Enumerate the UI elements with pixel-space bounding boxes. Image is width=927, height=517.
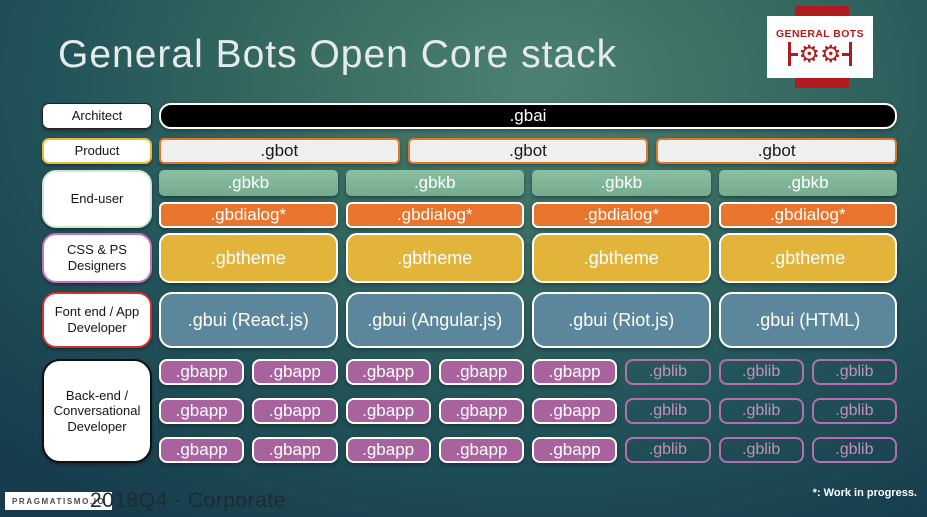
gbtheme-box: .gbtheme: [159, 233, 338, 283]
gbapp-box: .gbapp: [159, 359, 245, 385]
gblib-box: .gblib: [811, 359, 897, 385]
label-frontend-app-developer: Font end / App Developer: [42, 292, 152, 348]
row-gbai: .gbai: [159, 103, 897, 129]
gbapp-box: .gbapp: [252, 398, 338, 424]
gbtheme-box: .gbtheme: [345, 233, 524, 283]
gbapp-box: .gbapp: [532, 359, 618, 385]
gbtheme-box: .gbtheme: [718, 233, 897, 283]
gblib-box: .gblib: [718, 437, 804, 463]
label-architect-text: Architect: [71, 108, 123, 124]
gbkb-box: .gbkb: [159, 170, 338, 196]
gbkb-box: .gbkb: [718, 170, 897, 196]
gbtheme-box: .gbtheme: [532, 233, 711, 283]
gbapp-box: .gbapp: [159, 398, 245, 424]
row-gbdialog: .gbdialog* .gbdialog* .gbdialog* .gbdial…: [159, 202, 897, 228]
gbapp-box: .gbapp: [532, 437, 618, 463]
row-gbot: .gbot .gbot .gbot: [159, 138, 898, 164]
gblib-box: .gblib: [625, 359, 711, 385]
gblib-box: .gblib: [718, 359, 804, 385]
row-gbtheme: .gbtheme .gbtheme .gbtheme .gbtheme: [159, 233, 897, 283]
label-architect: Architect: [42, 103, 152, 129]
gbui-react-box: .gbui (React.js): [159, 292, 338, 348]
gblib-box: .gblib: [625, 398, 711, 424]
label-end-user-text: End-user: [70, 191, 124, 207]
gbdialog-box: .gbdialog*: [159, 202, 338, 228]
label-backend-conversational-developer: Back-end / Conversational Developer: [42, 359, 152, 463]
slide: General Bots Open Core stack GENERAL BOT…: [0, 0, 927, 517]
label-css-ps-designers-text: CSS & PS Designers: [67, 242, 127, 273]
gbapp-box: .gbapp: [532, 398, 618, 424]
row-gbkb: .gbkb .gbkb .gbkb .gbkb: [159, 170, 897, 196]
gbot-box: .gbot: [407, 138, 649, 164]
gblib-box: .gblib: [625, 437, 711, 463]
gears-icon: ⚙ ⚙: [788, 42, 852, 66]
gbui-html-box: .gbui (HTML): [718, 292, 897, 348]
page-title: General Bots Open Core stack: [58, 33, 618, 76]
gbui-angular-box: .gbui (Angular.js): [345, 292, 524, 348]
label-end-user: End-user: [42, 170, 152, 228]
label-backend-conversational-developer-text: Back-end / Conversational Developer: [53, 387, 141, 434]
gbai-box: .gbai: [159, 103, 897, 129]
gbui-riot-box: .gbui (Riot.js): [532, 292, 711, 348]
gbapp-box: .gbapp: [438, 437, 524, 463]
gbapp-box: .gbapp: [345, 437, 431, 463]
gbapp-box: .gbapp: [252, 359, 338, 385]
gbkb-box: .gbkb: [345, 170, 524, 196]
label-frontend-app-developer-text: Font end / App Developer: [54, 304, 140, 335]
gblib-box: .gblib: [811, 398, 897, 424]
row-gbapp-gblib-3: .gbapp .gbapp .gbapp .gbapp .gbapp .gbli…: [159, 437, 897, 463]
gbapp-box: .gbapp: [252, 437, 338, 463]
gbapp-box: .gbapp: [438, 398, 524, 424]
gbapp-box: .gbapp: [159, 437, 245, 463]
gbapp-box: .gbapp: [345, 359, 431, 385]
work-in-progress-note: *: Work in progress.: [812, 487, 917, 499]
gbdialog-box: .gbdialog*: [718, 202, 897, 228]
gbapp-box: .gbapp: [345, 398, 431, 424]
row-gbui: .gbui (React.js) .gbui (Angular.js) .gbu…: [159, 292, 897, 348]
gbot-box: .gbot: [656, 138, 898, 164]
gbdialog-box: .gbdialog*: [345, 202, 524, 228]
gbapp-box: .gbapp: [438, 359, 524, 385]
gbot-box: .gbot: [159, 138, 400, 164]
slide-caption: 2018Q4 - Corporate: [90, 489, 286, 512]
row-gbapp-gblib-1: .gbapp .gbapp .gbapp .gbapp .gbapp .gbli…: [159, 359, 897, 385]
gbkb-box: .gbkb: [532, 170, 711, 196]
row-gbapp-gblib-2: .gbapp .gbapp .gbapp .gbapp .gbapp .gbli…: [159, 398, 897, 424]
label-css-ps-designers: CSS & PS Designers: [42, 233, 152, 283]
label-product: Product: [42, 138, 152, 164]
gblib-box: .gblib: [811, 437, 897, 463]
general-bots-logo: GENERAL BOTS ⚙ ⚙: [767, 16, 873, 78]
gbdialog-box: .gbdialog*: [532, 202, 711, 228]
logo-text: GENERAL BOTS: [775, 28, 865, 40]
gblib-box: .gblib: [718, 398, 804, 424]
label-product-text: Product: [74, 143, 120, 159]
